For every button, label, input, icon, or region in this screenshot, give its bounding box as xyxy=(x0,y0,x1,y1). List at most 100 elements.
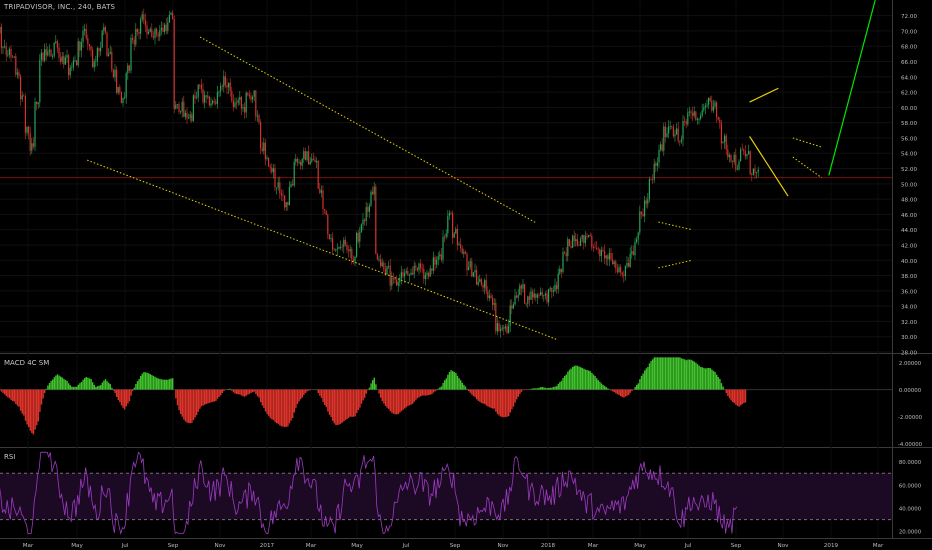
macd-bar xyxy=(108,382,110,390)
trading-chart[interactable]: 72.00 70.00 68.00 66.00 64.00 62.00 60.00 58.00… xyxy=(0,0,932,550)
macd-bar xyxy=(197,389,199,412)
candle-body xyxy=(4,46,6,48)
macd-bar xyxy=(92,382,94,390)
macd-bar xyxy=(392,389,395,414)
macd-bar xyxy=(503,389,505,418)
candle-body xyxy=(140,19,142,34)
candle-body xyxy=(738,161,740,170)
candle-body xyxy=(557,273,559,290)
candle-body xyxy=(21,95,23,100)
candle-body xyxy=(349,249,351,252)
candle-body xyxy=(728,154,730,158)
macd-bar xyxy=(87,377,89,390)
candle-body xyxy=(199,84,201,86)
macd-bar xyxy=(642,373,644,390)
macd-bar xyxy=(322,389,324,402)
candle-body xyxy=(460,244,462,249)
time-tick-label: Mar xyxy=(306,543,317,549)
macd-bar xyxy=(573,365,575,390)
macd-bar xyxy=(149,374,151,390)
candle-body xyxy=(26,126,28,133)
macd-bar xyxy=(610,389,612,391)
macd-bar xyxy=(237,389,239,395)
macd-bar xyxy=(682,358,684,390)
candle-body xyxy=(391,277,393,286)
rsi-tick-label: 40.0000 xyxy=(899,507,922,513)
macd-bar xyxy=(613,389,615,393)
candle-body xyxy=(644,200,646,217)
candle-body xyxy=(431,268,433,271)
macd-bar xyxy=(130,389,132,396)
macd-bar xyxy=(583,368,585,390)
candle-body xyxy=(228,82,230,88)
macd-bar xyxy=(263,389,265,408)
candle-body xyxy=(524,284,526,304)
candle-body xyxy=(258,115,260,123)
candle-body xyxy=(746,154,748,157)
candle-body xyxy=(61,56,63,62)
macd-bar xyxy=(354,389,356,417)
candle-body xyxy=(661,144,663,151)
candle-body xyxy=(196,97,198,99)
candle-body xyxy=(687,112,689,125)
price-tick-label: 34.00 xyxy=(901,305,917,311)
macd-bar xyxy=(432,389,435,393)
candle-body xyxy=(671,125,673,127)
price-tick-label: 40.00 xyxy=(901,259,917,265)
candle-body xyxy=(549,287,551,289)
macd-bar xyxy=(64,379,67,390)
candle-body xyxy=(685,121,687,125)
macd-bar xyxy=(152,375,155,390)
macd-bar xyxy=(47,385,49,390)
candle-body xyxy=(31,143,33,151)
candle-body xyxy=(544,293,546,296)
candle-body xyxy=(304,151,306,161)
candle-body xyxy=(256,115,258,117)
rsi-tick-label: 20.0000 xyxy=(899,530,922,536)
candle-body xyxy=(112,69,114,78)
macd-bar xyxy=(317,389,319,393)
candle-body xyxy=(200,85,202,90)
candle-body xyxy=(506,326,508,334)
macd-bar xyxy=(100,385,102,390)
candle-body xyxy=(368,205,370,212)
macd-bar xyxy=(296,389,299,405)
candle-body xyxy=(392,277,394,279)
macd-bar xyxy=(346,389,348,420)
macd-bar xyxy=(77,384,79,390)
candle-body xyxy=(74,60,76,62)
macd-bar xyxy=(431,389,433,395)
candle-body xyxy=(679,140,681,142)
macd-bar xyxy=(669,357,671,390)
candle-body xyxy=(236,102,238,104)
macd-bar xyxy=(720,383,723,390)
macd-bar xyxy=(490,389,492,408)
candle-body xyxy=(68,55,70,76)
candle-body xyxy=(23,95,25,97)
macd-bar xyxy=(460,380,462,390)
candle-body xyxy=(565,253,567,257)
macd-bar xyxy=(255,389,257,395)
candle-body xyxy=(188,117,190,119)
candle-body xyxy=(264,142,266,159)
candle-body xyxy=(114,69,116,78)
candle-body xyxy=(85,28,87,38)
candle-body xyxy=(152,36,154,38)
candle-body xyxy=(231,91,233,101)
candle-body xyxy=(95,61,97,62)
macd-bar xyxy=(93,384,95,390)
macd-bar xyxy=(341,389,343,423)
macd-bar xyxy=(468,389,470,392)
time-tick-label: May xyxy=(71,543,83,549)
macd-bar xyxy=(242,389,244,397)
macd-bar xyxy=(536,388,539,390)
candle-body xyxy=(594,247,596,249)
candle-body xyxy=(383,262,385,269)
macd-bar xyxy=(156,377,158,390)
candle-body xyxy=(488,295,490,299)
candle-body xyxy=(104,27,106,33)
macd-bar xyxy=(216,389,219,399)
macd-bar xyxy=(101,382,103,390)
candle-body xyxy=(749,151,751,175)
macd-bar xyxy=(223,389,225,392)
